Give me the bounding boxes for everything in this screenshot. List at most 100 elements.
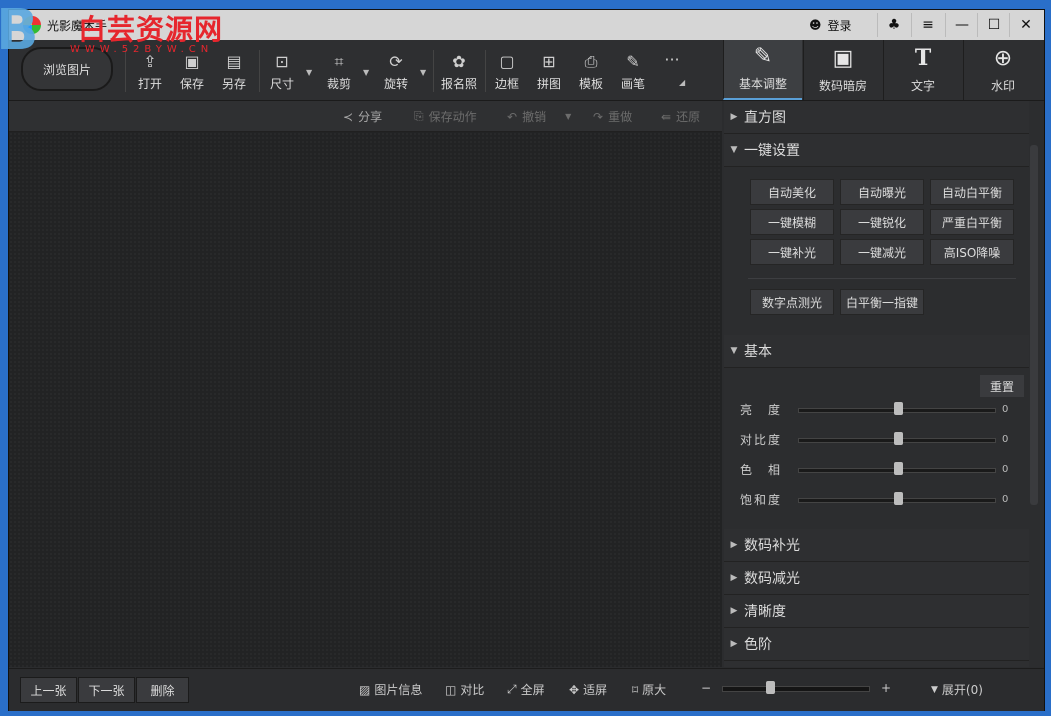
expand-icon: ▶ bbox=[730, 112, 738, 122]
darkroom-icon: ▣ bbox=[832, 46, 854, 71]
crop-button[interactable]: ⌗ 裁剪 bbox=[319, 52, 359, 96]
collage-button[interactable]: ⊞ 拼图 bbox=[529, 52, 569, 96]
section-clarity[interactable]: ▶ 清晰度 bbox=[724, 595, 1029, 628]
one-click-reduce-light-button[interactable]: 一键减光 bbox=[840, 239, 924, 265]
collage-icon: ⊞ bbox=[542, 52, 556, 71]
tab-text[interactable]: T 文字 bbox=[883, 40, 962, 100]
id-photo-button[interactable]: ✿ 报名照 bbox=[439, 52, 479, 96]
section-one-click[interactable]: ▼ 一键设置 bbox=[724, 134, 1029, 167]
menu-button[interactable]: ≡ bbox=[911, 13, 944, 37]
collapse-icon: ▼ bbox=[730, 346, 738, 356]
image-info-icon: ▨ bbox=[359, 682, 371, 697]
auto-beautify-button[interactable]: 自动美化 bbox=[750, 179, 834, 205]
undo-button[interactable]: ↶ 撤销 ▼ bbox=[507, 108, 571, 125]
contrast-slider-row: 对比度 0 bbox=[740, 429, 1022, 449]
login-button[interactable]: ☻ 登录 bbox=[799, 14, 862, 36]
watermark-letter: B bbox=[0, 0, 39, 63]
zoom-in-button[interactable]: + bbox=[881, 681, 891, 695]
section-levels[interactable]: ▶ 色阶 bbox=[724, 628, 1029, 661]
slider-value: 0 bbox=[1002, 463, 1009, 475]
section-digital-fill-light[interactable]: ▶ 数码补光 bbox=[724, 529, 1029, 562]
image-info-button[interactable]: ▨ 图片信息 bbox=[359, 681, 422, 698]
fullscreen-icon: ⤢ bbox=[507, 682, 517, 696]
tab-watermark[interactable]: ⊕ 水印 bbox=[963, 40, 1042, 100]
redo-icon: ↷ bbox=[593, 109, 604, 124]
resize-icon: ⊡ bbox=[275, 52, 289, 71]
section-histogram[interactable]: ▶ 直方图 bbox=[724, 101, 1029, 134]
adjust-panel: ▶ 直方图 ▼ 一键设置 自动美化 自动曝光 自动白平衡 一键模糊 一键锐化 严重白… bbox=[724, 101, 1044, 667]
watermark-brand: 白芸资源网 bbox=[78, 13, 224, 46]
template-button[interactable]: ⎙ 模板 bbox=[571, 52, 611, 96]
resize-button[interactable]: ⊡ 尺寸 bbox=[262, 52, 302, 96]
undo-dropdown-icon[interactable]: ▼ bbox=[565, 112, 571, 121]
more-button[interactable]: ··· bbox=[652, 50, 692, 94]
white-balance-one-touch-button[interactable]: 白平衡一指键 bbox=[840, 289, 924, 315]
fullscreen-button[interactable]: ⤢ 全屏 bbox=[507, 681, 545, 698]
maximize-button[interactable]: ☐ bbox=[977, 13, 1010, 37]
restore-icon: ⇚ bbox=[661, 109, 672, 124]
close-button[interactable]: ✕ bbox=[1009, 13, 1042, 37]
original-size-button[interactable]: ⌑ 原大 bbox=[632, 681, 666, 698]
prev-image-button[interactable]: 上一张 bbox=[20, 677, 77, 703]
adjust-icon: ✎ bbox=[753, 44, 773, 69]
severe-white-balance-button[interactable]: 严重白平衡 bbox=[930, 209, 1014, 235]
auto-white-balance-button[interactable]: 自动白平衡 bbox=[930, 179, 1014, 205]
more-dropdown-icon[interactable]: ◢ bbox=[679, 78, 685, 87]
expand-button[interactable]: ▼ 展开(0) bbox=[931, 681, 983, 698]
rotate-button[interactable]: ⟳ 旋转 bbox=[376, 52, 416, 96]
expand-icon: ▶ bbox=[730, 639, 738, 649]
image-canvas[interactable] bbox=[9, 132, 722, 667]
one-click-fill-light-button[interactable]: 一键补光 bbox=[750, 239, 834, 265]
brush-button[interactable]: ✎ 画笔 bbox=[613, 52, 653, 96]
tab-basic-adjust[interactable]: ✎ 基本调整 bbox=[723, 40, 802, 100]
skin-button[interactable]: ♣ bbox=[877, 13, 910, 37]
border-button[interactable]: ▢ 边框 bbox=[487, 52, 527, 96]
fit-screen-button[interactable]: ✥ 适屏 bbox=[569, 681, 607, 698]
expand-icon: ▶ bbox=[730, 606, 738, 616]
crop-icon: ⌗ bbox=[334, 52, 344, 71]
save-action-button[interactable]: ⎘ 保存动作 bbox=[414, 108, 477, 125]
section-basic[interactable]: ▼ 基本 bbox=[724, 335, 1029, 368]
redo-button[interactable]: ↷ 重做 bbox=[593, 108, 632, 125]
resize-dropdown-icon[interactable]: ▼ bbox=[306, 68, 312, 77]
share-icon: ≺ bbox=[343, 109, 354, 124]
delete-button[interactable]: 删除 bbox=[136, 677, 189, 703]
saturation-slider-thumb[interactable] bbox=[894, 492, 903, 505]
hue-slider-thumb[interactable] bbox=[894, 462, 903, 475]
chevron-down-icon: ▼ bbox=[931, 684, 938, 695]
contrast-slider-thumb[interactable] bbox=[894, 432, 903, 445]
tab-digital-darkroom[interactable]: ▣ 数码暗房 bbox=[803, 40, 882, 100]
undo-icon: ↶ bbox=[507, 109, 518, 124]
zoom-slider-thumb[interactable] bbox=[766, 681, 775, 694]
section-curves[interactable]: ▶曲线 bbox=[724, 661, 1029, 667]
auto-exposure-button[interactable]: 自动曝光 bbox=[840, 179, 924, 205]
next-image-button[interactable]: 下一张 bbox=[78, 677, 135, 703]
zoom-out-button[interactable]: − bbox=[701, 681, 711, 695]
spot-metering-button[interactable]: 数字点测光 bbox=[750, 289, 834, 315]
share-button[interactable]: ≺ 分享 bbox=[343, 108, 382, 125]
panel-scrollbar[interactable] bbox=[1030, 145, 1038, 505]
high-iso-denoise-button[interactable]: 高ISO降噪 bbox=[930, 239, 1014, 265]
section-digital-reduce-light[interactable]: ▶ 数码减光 bbox=[724, 562, 1029, 595]
compare-button[interactable]: ◫ 对比 bbox=[445, 681, 484, 698]
slider-label: 亮 度 bbox=[740, 402, 783, 417]
slider-value: 0 bbox=[1002, 493, 1009, 505]
reset-button[interactable]: 重置 bbox=[980, 375, 1024, 397]
one-click-sharpen-button[interactable]: 一键锐化 bbox=[840, 209, 924, 235]
watermark-icon: ⊕ bbox=[993, 46, 1013, 71]
crop-dropdown-icon[interactable]: ▼ bbox=[363, 68, 369, 77]
watermark-overlay: B 白芸资源网 WWW.52BYW.CN bbox=[0, 0, 260, 70]
brightness-slider-thumb[interactable] bbox=[894, 402, 903, 415]
expand-icon: ▶ bbox=[730, 540, 738, 550]
hue-slider-row: 色 相 0 bbox=[740, 459, 1022, 479]
border-icon: ▢ bbox=[499, 52, 515, 71]
brush-icon: ✎ bbox=[626, 52, 640, 71]
rotate-dropdown-icon[interactable]: ▼ bbox=[420, 68, 426, 77]
slider-label: 饱和度 bbox=[740, 492, 783, 507]
zoom-slider[interactable] bbox=[722, 686, 870, 692]
one-click-blur-button[interactable]: 一键模糊 bbox=[750, 209, 834, 235]
restore-button[interactable]: ⇚ 还原 bbox=[661, 108, 700, 125]
user-icon: ☻ bbox=[809, 18, 822, 32]
minimize-button[interactable]: — bbox=[945, 13, 978, 37]
brightness-slider-row: 亮 度 0 bbox=[740, 399, 1022, 419]
